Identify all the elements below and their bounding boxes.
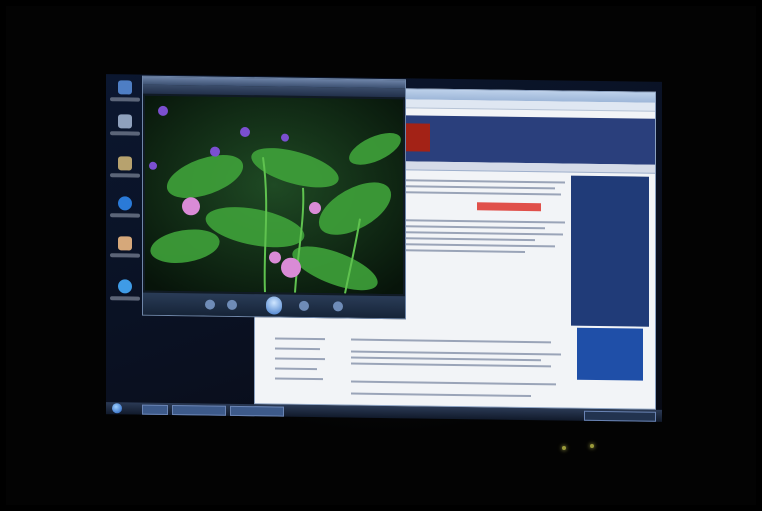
- desktop-icon-label: [110, 213, 140, 218]
- rotate-icon[interactable]: [227, 299, 237, 310]
- desktop-icon-label: [110, 296, 140, 301]
- monitor-screen: [106, 74, 662, 422]
- text-line: [405, 219, 565, 224]
- photograph: [6, 6, 756, 505]
- text-line: [405, 243, 555, 248]
- play-icon[interactable]: [266, 296, 282, 315]
- viewer-controls: [143, 292, 405, 319]
- text-line: [405, 185, 555, 190]
- flower-photo: [145, 95, 403, 295]
- indicator-led: [590, 444, 594, 448]
- text-line: [405, 237, 535, 242]
- internet-explorer-icon[interactable]: [118, 196, 132, 211]
- desktop-icon-label: [110, 253, 140, 258]
- text-line: [405, 179, 565, 184]
- computer-icon[interactable]: [118, 80, 132, 95]
- text-line: [351, 380, 556, 386]
- recycle-bin-icon[interactable]: [118, 114, 132, 129]
- desktop-icon-label: [110, 173, 140, 178]
- previous-icon[interactable]: [205, 299, 215, 310]
- text-line: [405, 231, 563, 236]
- text-line: [351, 362, 551, 368]
- sidebar-panel[interactable]: [571, 175, 649, 327]
- start-orb-icon[interactable]: [112, 403, 122, 414]
- photo-viewer-window[interactable]: [142, 75, 406, 320]
- text-line: [351, 350, 561, 356]
- text-line: [405, 225, 545, 230]
- text-line: [275, 337, 325, 341]
- text-line: [351, 392, 531, 398]
- text-line: [275, 377, 323, 381]
- system-tray[interactable]: [584, 410, 656, 422]
- text-line: [405, 191, 561, 196]
- text-line: [275, 367, 317, 371]
- text-line: [275, 347, 320, 351]
- text-line: [351, 338, 551, 344]
- desktop-icon-label: [110, 97, 140, 102]
- text-line: [351, 356, 541, 362]
- task-button[interactable]: [172, 405, 226, 416]
- next-icon[interactable]: [299, 300, 309, 311]
- flower-photo-graphic: [145, 95, 403, 295]
- indicator-led: [562, 446, 566, 450]
- text-line: [275, 357, 325, 361]
- delete-icon[interactable]: [333, 301, 343, 312]
- photo-icon[interactable]: [118, 236, 132, 251]
- advertisement[interactable]: [577, 327, 643, 381]
- task-button[interactable]: [230, 405, 284, 417]
- task-button[interactable]: [142, 404, 168, 415]
- text-line: [405, 249, 525, 253]
- cta-banner[interactable]: [477, 202, 541, 212]
- messenger-icon[interactable]: [118, 279, 132, 294]
- desktop-icon-label: [110, 131, 140, 136]
- folder-icon[interactable]: [118, 156, 132, 171]
